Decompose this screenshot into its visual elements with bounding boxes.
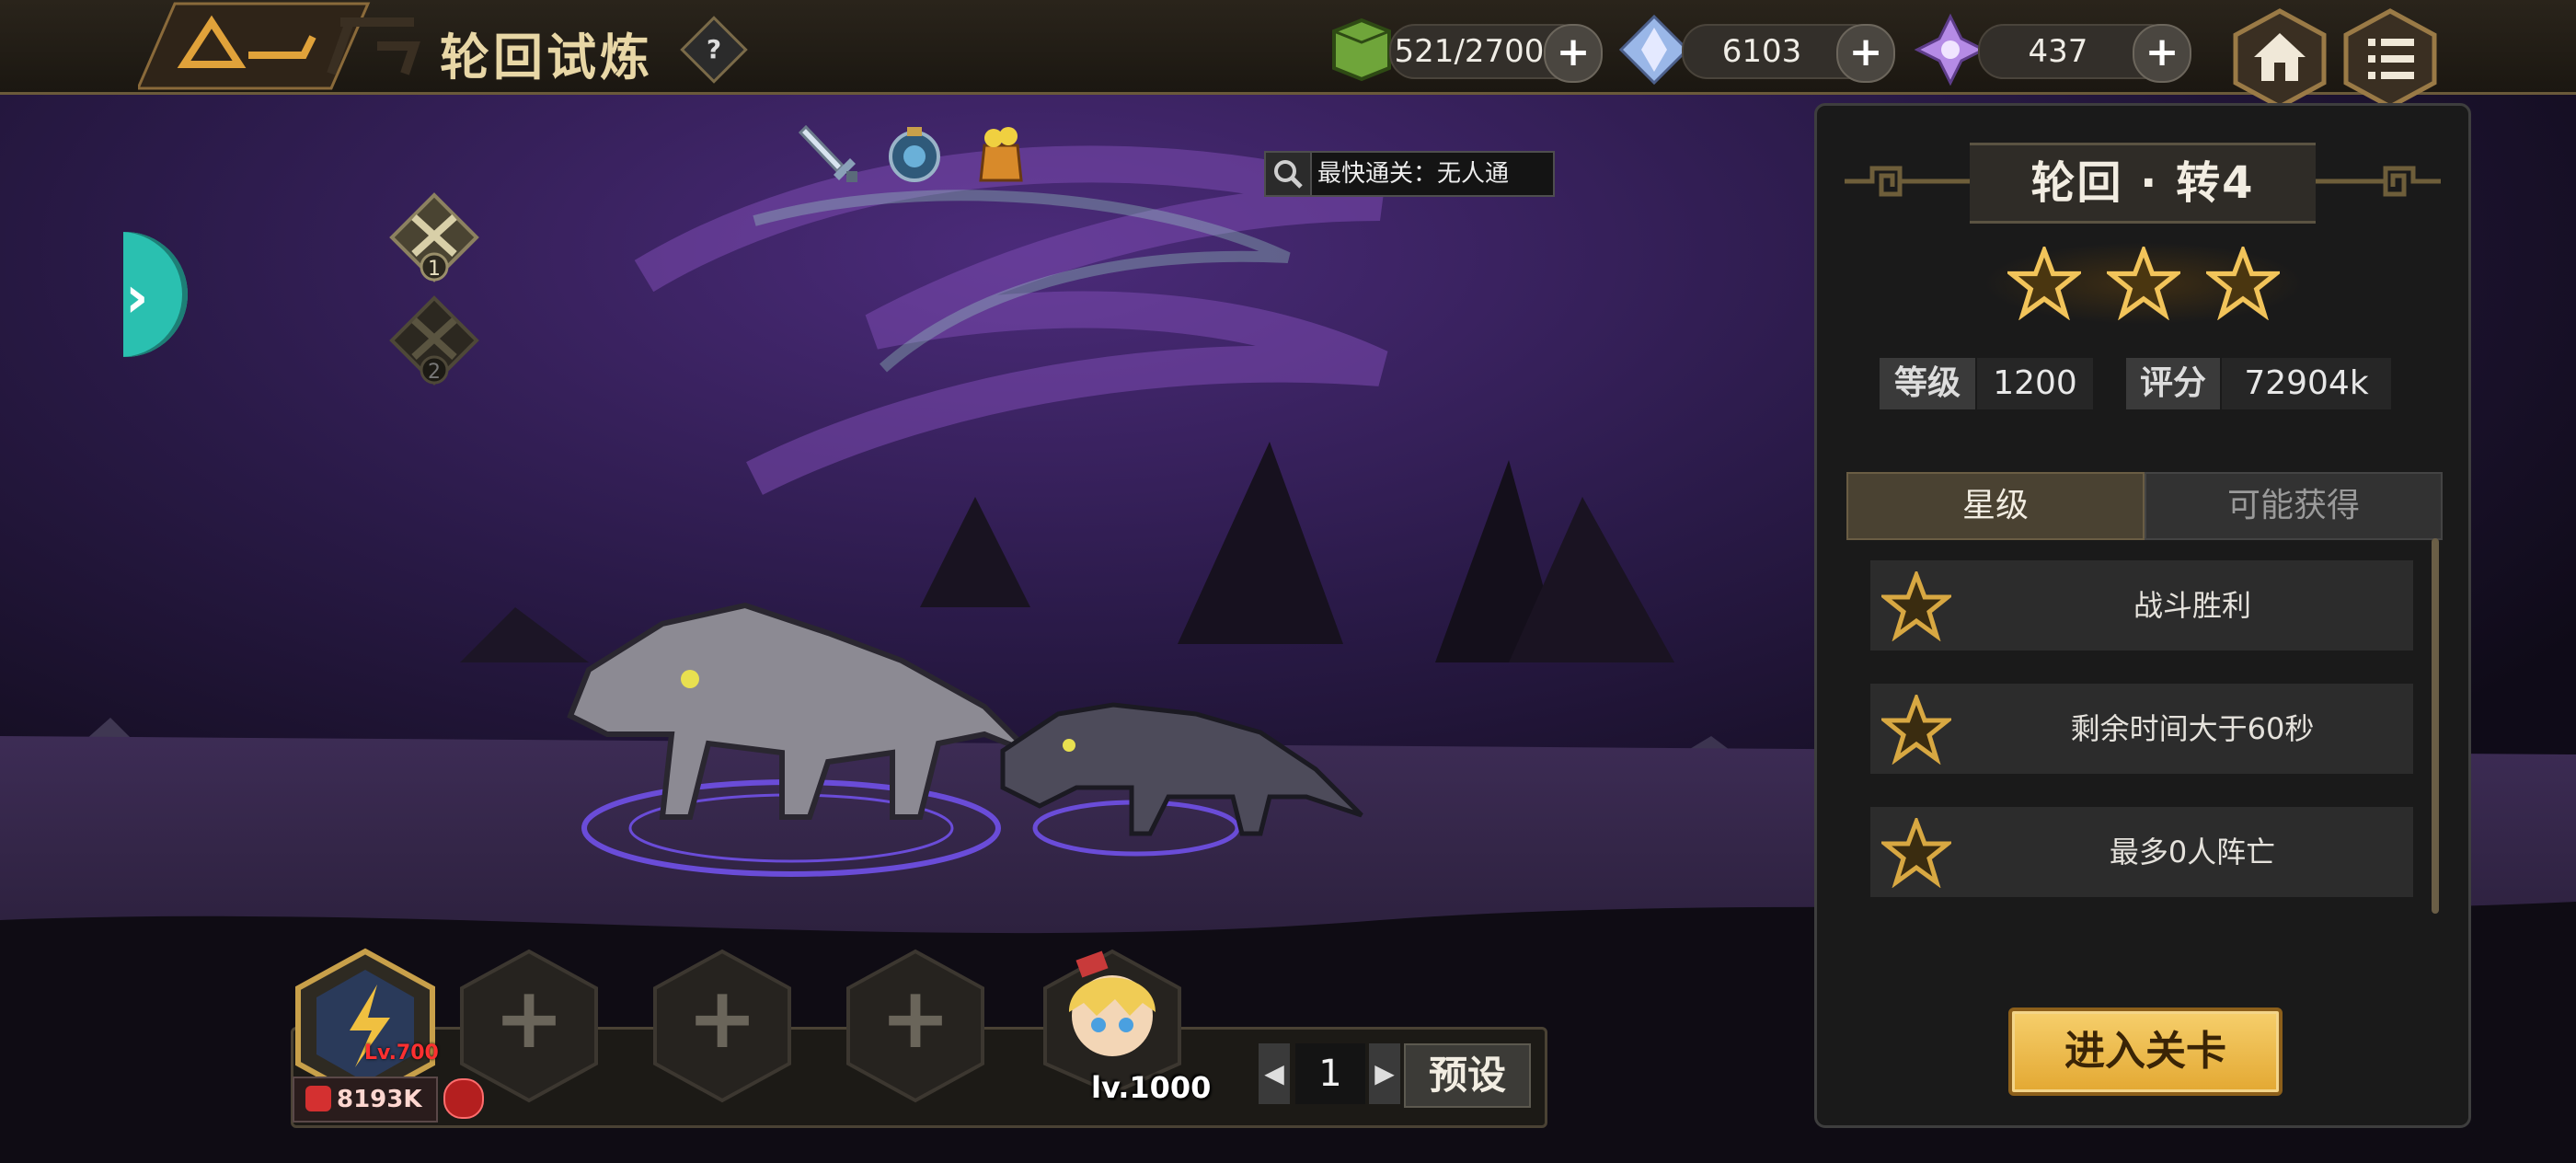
tab-star-conditions[interactable]: 星级: [1846, 472, 2145, 540]
crystal-icon: [1618, 14, 1690, 86]
gem-icon: [1914, 13, 1987, 86]
crystal-counter: 6103 +: [1682, 24, 1895, 83]
empty-hero-slot-4[interactable]: +: [845, 948, 986, 1104]
stage-info-panel: 轮回 · 转4 等级 1200 评分 72904k 星级 可能获得 战斗胜利 剩…: [1814, 103, 2471, 1128]
score-label: 评分: [2126, 358, 2220, 409]
title-ornament-left: [1845, 166, 1973, 197]
menu-list-icon: [2368, 39, 2414, 79]
earned-star-icon: [2007, 247, 2081, 320]
stage-marker-2[interactable]: 2: [386, 293, 482, 394]
star-icon: [1881, 818, 1951, 888]
stamina-cube-icon: [1332, 17, 1391, 82]
search-icon: [1266, 153, 1312, 195]
add-hero-icon: +: [686, 969, 757, 1067]
enter-stage-button[interactable]: 进入关卡: [2008, 1008, 2283, 1096]
empty-hero-slot-2[interactable]: +: [458, 948, 600, 1104]
potion-jar-icon[interactable]: [972, 123, 1030, 188]
prev-team-button[interactable]: ◀: [1259, 1043, 1290, 1104]
condition-row: 最多0人阵亡: [1870, 807, 2413, 897]
condition-row: 战斗胜利: [1870, 560, 2413, 651]
gem-counter: 437 +: [1978, 24, 2191, 83]
stamina-value: 521/2700: [1394, 33, 1545, 70]
gem-value: 437: [2028, 33, 2088, 70]
level-label: 等级: [1880, 358, 1975, 409]
stage-marker-2-number: 2: [428, 361, 441, 384]
preset-button[interactable]: 预设: [1404, 1043, 1531, 1108]
add-stamina-button[interactable]: +: [1544, 24, 1603, 83]
star-icon: [1881, 695, 1951, 765]
wolf-enemy-small: [1000, 702, 1363, 836]
fastest-clear-text: 最快通关：无人通: [1317, 160, 1510, 188]
relic-orb-icon[interactable]: [885, 123, 944, 188]
add-hero-icon: +: [493, 969, 564, 1067]
star-icon: [1881, 571, 1951, 641]
add-crystal-button[interactable]: +: [1836, 24, 1895, 83]
stage-title: 轮回 · 转4: [1970, 143, 2316, 224]
star-rating: [1983, 242, 2305, 325]
title-ornament-right: [2312, 166, 2441, 197]
condition-text: 剩余时间大于60秒: [2070, 711, 2315, 746]
wolf-enemy-large: [567, 602, 1033, 820]
condition-text: 战斗胜利: [2133, 588, 2251, 623]
score-value: 72904k: [2222, 358, 2391, 409]
page-title: 轮回试炼: [440, 29, 653, 86]
fastest-clear-record: 最快通关：无人通: [1264, 151, 1555, 197]
team-power-value: 8193K: [337, 1086, 422, 1113]
help-button[interactable]: ?: [680, 16, 748, 84]
stage-marker-1-number: 1: [428, 258, 441, 281]
team-page-number: 1: [1295, 1043, 1365, 1104]
condition-row: 剩余时间大于60秒: [1870, 684, 2413, 774]
menu-button[interactable]: [2342, 7, 2438, 110]
add-gem-button[interactable]: +: [2133, 24, 2191, 83]
team-power: 8193K: [293, 1077, 438, 1123]
top-bar: 轮回试炼 ? 521/2700 + 6103 + 437 +: [0, 0, 2576, 109]
crystal-value: 6103: [1721, 33, 1802, 70]
chevron-right-icon: ›: [125, 263, 149, 330]
earned-star-icon: [2107, 247, 2180, 320]
stamina-counter: 521/2700 +: [1389, 24, 1603, 83]
next-team-button[interactable]: ▶: [1369, 1043, 1400, 1104]
earned-star-icon: [2206, 247, 2280, 320]
captain-level: lv.1000: [1091, 1070, 1212, 1105]
level-value: 1200: [1977, 358, 2093, 409]
add-hero-icon: +: [880, 969, 950, 1067]
tab-possible-rewards[interactable]: 可能获得: [2145, 472, 2443, 540]
home-button[interactable]: [2232, 7, 2328, 110]
condition-text: 最多0人阵亡: [2109, 835, 2276, 869]
sword-icon[interactable]: [797, 121, 861, 190]
hero-level: Lv.700: [364, 1042, 439, 1065]
stage-marker-1[interactable]: 1: [386, 190, 482, 291]
help-icon: ?: [706, 34, 722, 64]
conditions-scrollbar[interactable]: [2432, 538, 2439, 914]
empty-hero-slot-3[interactable]: +: [651, 948, 793, 1104]
power-icon: [305, 1086, 331, 1111]
